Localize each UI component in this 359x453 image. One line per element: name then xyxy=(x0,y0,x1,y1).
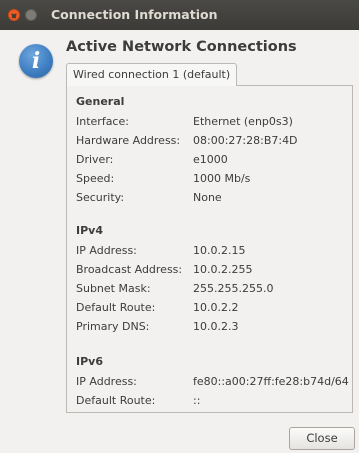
value-default-route: 10.0.2.2 xyxy=(193,301,239,314)
label-broadcast-address: Broadcast Address: xyxy=(76,263,183,276)
label-default-route: Default Route: xyxy=(76,301,156,314)
close-button[interactable]: Close xyxy=(289,427,355,450)
value-ipv6-default-route: :: xyxy=(193,394,201,407)
section-title-general: General xyxy=(76,95,125,108)
value-ipv4-address: 10.0.2.15 xyxy=(193,244,246,257)
value-interface: Ethernet (enp0s3) xyxy=(193,115,293,128)
label-hardware-address: Hardware Address: xyxy=(76,134,181,147)
label-ipv6-default-route: Default Route: xyxy=(76,394,156,407)
label-subnet-mask: Subnet Mask: xyxy=(76,282,151,295)
label-security: Security: xyxy=(76,191,125,204)
value-hardware-address: 08:00:27:28:B7:4D xyxy=(193,134,298,147)
label-interface: Interface: xyxy=(76,115,129,128)
label-ipv4-address: IP Address: xyxy=(76,244,137,257)
minimize-icon[interactable] xyxy=(25,9,37,21)
section-title-ipv6: IPv6 xyxy=(76,355,103,368)
info-icon: i xyxy=(19,44,53,78)
page-title: Active Network Connections xyxy=(66,39,297,55)
window-title: Connection Information xyxy=(51,7,218,22)
label-driver: Driver: xyxy=(76,153,114,166)
close-icon[interactable] xyxy=(8,9,20,21)
tab-wired-connection-1[interactable]: Wired connection 1 (default) xyxy=(66,63,238,86)
value-speed: 1000 Mb/s xyxy=(193,172,251,185)
label-speed: Speed: xyxy=(76,172,115,185)
value-primary-dns: 10.0.2.3 xyxy=(193,320,239,333)
section-title-ipv4: IPv4 xyxy=(76,224,103,237)
value-ipv6-address: fe80::a00:27ff:fe28:b74d/64 xyxy=(193,375,349,388)
value-driver: e1000 xyxy=(193,153,228,166)
title-bar: Connection Information xyxy=(0,0,359,30)
value-broadcast-address: 10.0.2.255 xyxy=(193,263,253,276)
value-subnet-mask: 255.255.255.0 xyxy=(193,282,274,295)
value-security: None xyxy=(193,191,222,204)
label-primary-dns: Primary DNS: xyxy=(76,320,150,333)
label-ipv6-address: IP Address: xyxy=(76,375,137,388)
